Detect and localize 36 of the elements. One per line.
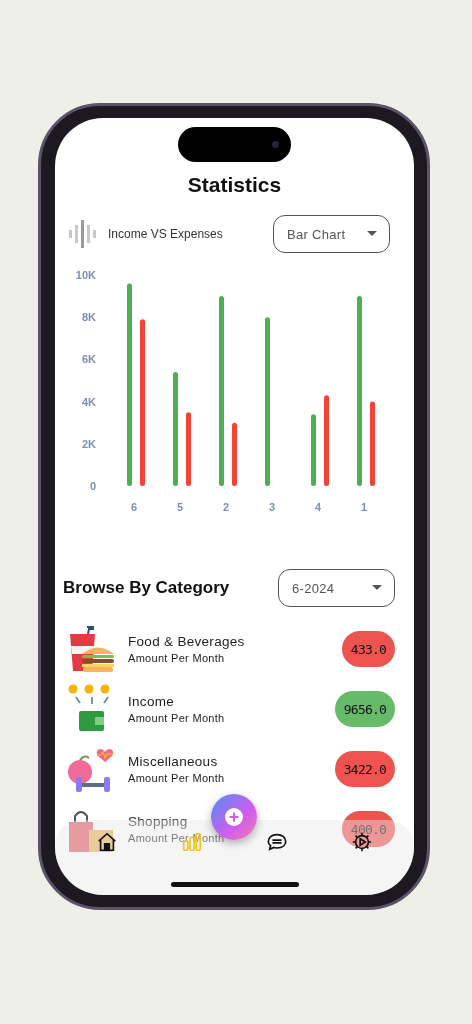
axis-label: 6 (130, 501, 138, 513)
plus-icon (225, 808, 243, 826)
bar (311, 414, 316, 486)
axis-label: 5 (176, 501, 184, 513)
amount-pill: 9656.0 (334, 691, 395, 727)
axis-label: 1 (360, 501, 368, 513)
section-title: Browse By Category (63, 578, 230, 598)
category-name: Income (128, 694, 175, 709)
category-name: Food & Beverages (128, 634, 245, 649)
axis-label: 4 (314, 501, 322, 513)
axis-label: 0 (89, 480, 96, 492)
category-name: Miscellaneous (128, 754, 218, 769)
axis-label: 10K (75, 269, 96, 281)
axis-label: 6K (81, 353, 96, 366)
caret-icon (367, 231, 377, 237)
category-subtitle: Amount Per Month (128, 772, 225, 784)
camera-icon (272, 141, 279, 148)
waveform-icon (67, 218, 99, 250)
legend-label: Income VS Expenses (108, 227, 223, 241)
burger-and-drink-icon (67, 624, 117, 674)
amount-pill: 400.0 (341, 811, 395, 847)
axis-label: 2 (222, 501, 230, 513)
axis-label: 8K (81, 311, 96, 324)
caret-icon (372, 585, 382, 591)
category-name: Shopping (128, 814, 188, 829)
chart-type-dropdown[interactable]: Bar Chart (273, 215, 390, 253)
amount-pill: 3422.0 (334, 751, 395, 787)
month-dropdown[interactable]: 6-2024 (278, 569, 395, 607)
page-title: Statistics (186, 172, 283, 198)
axis-label: 3 (268, 501, 276, 513)
category-subtitle: Amount Per Month (128, 712, 225, 724)
axis-label: 4K (81, 395, 96, 408)
axis-label: 2K (81, 437, 96, 450)
amount-pill: 433.0 (341, 631, 395, 667)
bar (232, 422, 237, 486)
category-subtitle: Amount Per Month (128, 652, 225, 664)
